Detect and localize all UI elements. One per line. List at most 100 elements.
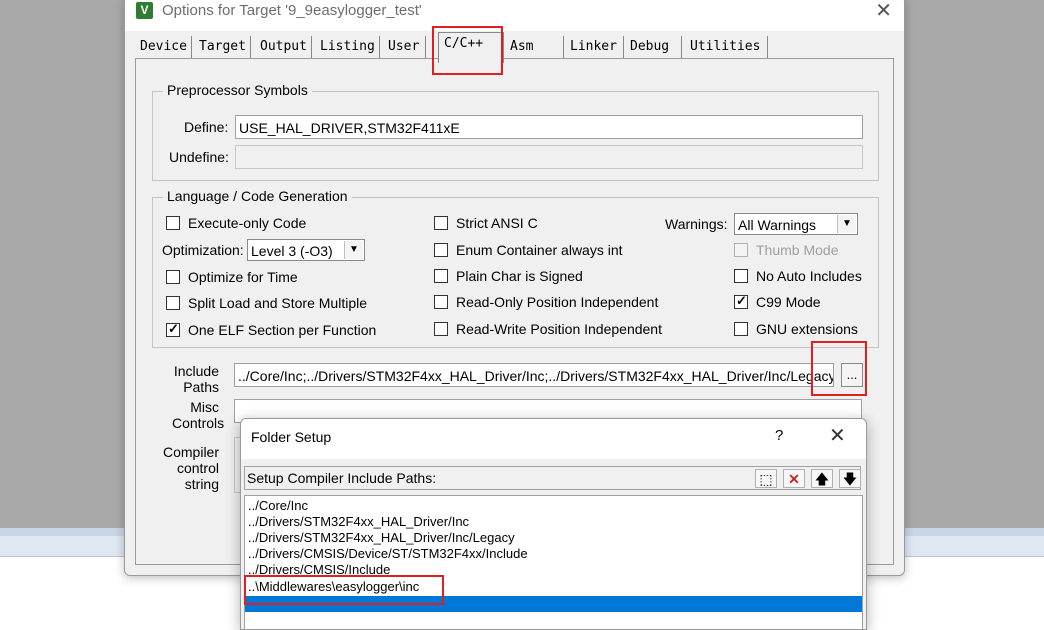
tab-device[interactable]: Device (135, 36, 192, 58)
checkbox-box: ✓ (166, 321, 180, 337)
keil-app-icon: V (136, 2, 153, 19)
gnu-extensions-checkbox[interactable]: GNU extensions (734, 320, 858, 338)
checkbox-label: Strict ANSI C (456, 215, 538, 231)
folder-title-bar: Folder Setup ? ✕ (241, 419, 866, 459)
preprocessor-group: Preprocessor Symbols Define: USE_HAL_DRI… (152, 82, 879, 181)
checkbox-box (166, 216, 180, 230)
include-paths-header: Setup Compiler Include Paths: ⬚ ✕ 🡅 🡇 (244, 466, 861, 490)
setup-compiler-include-paths-label: Setup Compiler Include Paths: (247, 470, 437, 486)
language-group: Language / Code Generation Execute-only … (152, 188, 879, 348)
new-folder-icon[interactable]: ⬚ (755, 469, 777, 488)
one-elf-checkbox[interactable]: ✓ One ELF Section per Function (166, 321, 376, 339)
include-paths-label: Include Paths (172, 363, 219, 395)
misc-label-line1: Misc (190, 399, 219, 415)
include-paths-list: ../Core/Inc ../Drivers/STM32F4xx_HAL_Dri… (244, 495, 863, 629)
rw-pi-checkbox[interactable]: Read-Write Position Independent (434, 320, 662, 338)
move-down-icon[interactable]: 🡇 (839, 469, 861, 488)
list-item[interactable]: ../Drivers/STM32F4xx_HAL_Driver/Inc (248, 514, 469, 530)
dropdown-arrow-icon: ▼ (344, 241, 363, 259)
checkbox-label: Execute-only Code (188, 215, 307, 231)
checkbox-label: No Auto Includes (756, 268, 862, 284)
warnings-value: All Warnings (738, 217, 817, 233)
tab-linker[interactable]: Linker (565, 36, 624, 58)
folder-setup-title: Folder Setup (251, 429, 332, 445)
checkbox-label: C99 Mode (756, 294, 821, 310)
include-label-line2: Paths (183, 379, 219, 395)
checkbox-label: Split Load and Store Multiple (188, 295, 367, 311)
warnings-select[interactable]: All Warnings ▼ (734, 213, 858, 235)
checkbox-label: Plain Char is Signed (456, 268, 583, 284)
optimize-time-checkbox[interactable]: Optimize for Time (166, 268, 298, 286)
checkbox-box (434, 269, 448, 283)
checkbox-box (166, 270, 180, 284)
define-label: Define: (184, 119, 229, 135)
list-item[interactable]: ../Drivers/CMSIS/Device/ST/STM32F4xx/Inc… (248, 546, 528, 562)
compiler-string-label: Compiler control string (162, 444, 219, 492)
tab-asm[interactable]: Asm (505, 36, 564, 58)
checkbox-box (434, 243, 448, 257)
checkbox-label: Read-Write Position Independent (456, 321, 662, 337)
move-up-icon[interactable]: 🡅 (811, 469, 833, 488)
checkbox-label: Enum Container always int (456, 242, 623, 258)
checkbox-label: Thumb Mode (756, 242, 839, 258)
help-icon[interactable]: ? (775, 427, 783, 444)
delete-icon[interactable]: ✕ (783, 469, 805, 488)
tab-cpp[interactable]: C/C++ (438, 32, 504, 63)
undefine-field[interactable] (235, 145, 863, 169)
tab-debug[interactable]: Debug (625, 36, 682, 58)
tab-output[interactable]: Output (255, 36, 312, 58)
split-load-checkbox[interactable]: Split Load and Store Multiple (166, 294, 367, 312)
c99-mode-checkbox[interactable]: ✓ C99 Mode (734, 293, 821, 311)
tab-utilities[interactable]: Utilities (685, 36, 768, 58)
checkbox-box (734, 322, 748, 336)
checkbox-label: One ELF Section per Function (188, 322, 377, 338)
checkbox-box: ✓ (734, 293, 748, 309)
undefine-label: Undefine: (169, 149, 229, 165)
tab-user[interactable]: User (383, 36, 426, 58)
checkbox-label: GNU extensions (756, 321, 858, 337)
preprocessor-group-label: Preprocessor Symbols (163, 82, 312, 98)
checkbox-box (734, 269, 748, 283)
plain-char-checkbox[interactable]: Plain Char is Signed (434, 267, 583, 285)
folder-setup-dialog: Folder Setup ? ✕ Setup Compiler Include … (240, 418, 867, 630)
strict-ansi-checkbox[interactable]: Strict ANSI C (434, 214, 538, 232)
misc-controls-label: Misc Controls (172, 399, 224, 431)
optimization-value: Level 3 (-O3) (251, 243, 333, 259)
list-item[interactable]: ../Drivers/CMSIS/Include (248, 562, 390, 578)
list-item[interactable]: ../Drivers/STM32F4xx_HAL_Driver/Inc/Lega… (248, 530, 515, 546)
execute-only-checkbox[interactable]: Execute-only Code (166, 214, 306, 232)
language-group-label: Language / Code Generation (163, 188, 352, 204)
tab-target[interactable]: Target (194, 36, 251, 58)
compiler-label-line2: control (176, 460, 219, 476)
checkbox-box (166, 296, 180, 310)
ro-pi-checkbox[interactable]: Read-Only Position Independent (434, 293, 658, 311)
browse-include-button[interactable]: ... (841, 363, 863, 387)
checkmark-icon: ✓ (736, 293, 747, 308)
close-icon[interactable]: ✕ (875, 0, 892, 22)
compiler-label-line1: Compiler (162, 444, 219, 460)
optimization-label: Optimization: (162, 242, 244, 258)
dropdown-arrow-icon: ▼ (837, 215, 856, 233)
window-title: Options for Target '9_9easylogger_test' (162, 2, 422, 19)
tab-listing[interactable]: Listing (315, 36, 380, 58)
thumb-mode-checkbox[interactable]: Thumb Mode (734, 241, 838, 259)
optimization-select[interactable]: Level 3 (-O3) ▼ (247, 239, 365, 261)
enum-int-checkbox[interactable]: Enum Container always int (434, 241, 623, 259)
list-item[interactable]: ../Core/Inc (248, 498, 308, 514)
include-label-line1: Include (173, 363, 219, 379)
checkbox-box (434, 322, 448, 336)
checkbox-box (734, 243, 748, 257)
no-auto-includes-checkbox[interactable]: No Auto Includes (734, 267, 862, 285)
title-bar: V Options for Target '9_9easylogger_test… (125, 0, 904, 31)
list-item-selected[interactable] (245, 596, 862, 612)
list-item[interactable]: ..\Middlewares\easylogger\inc (248, 579, 419, 595)
checkbox-label: Read-Only Position Independent (456, 294, 659, 310)
warnings-label: Warnings: (665, 216, 728, 232)
define-field[interactable]: USE_HAL_DRIVER,STM32F411xE (235, 115, 863, 139)
compiler-label-line3: string (184, 476, 219, 492)
checkbox-label: Optimize for Time (188, 269, 298, 285)
checkmark-icon: ✓ (168, 321, 179, 336)
close-icon[interactable]: ✕ (829, 425, 846, 447)
include-paths-field[interactable]: ../Core/Inc;../Drivers/STM32F4xx_HAL_Dri… (234, 363, 834, 387)
checkbox-box (434, 216, 448, 230)
